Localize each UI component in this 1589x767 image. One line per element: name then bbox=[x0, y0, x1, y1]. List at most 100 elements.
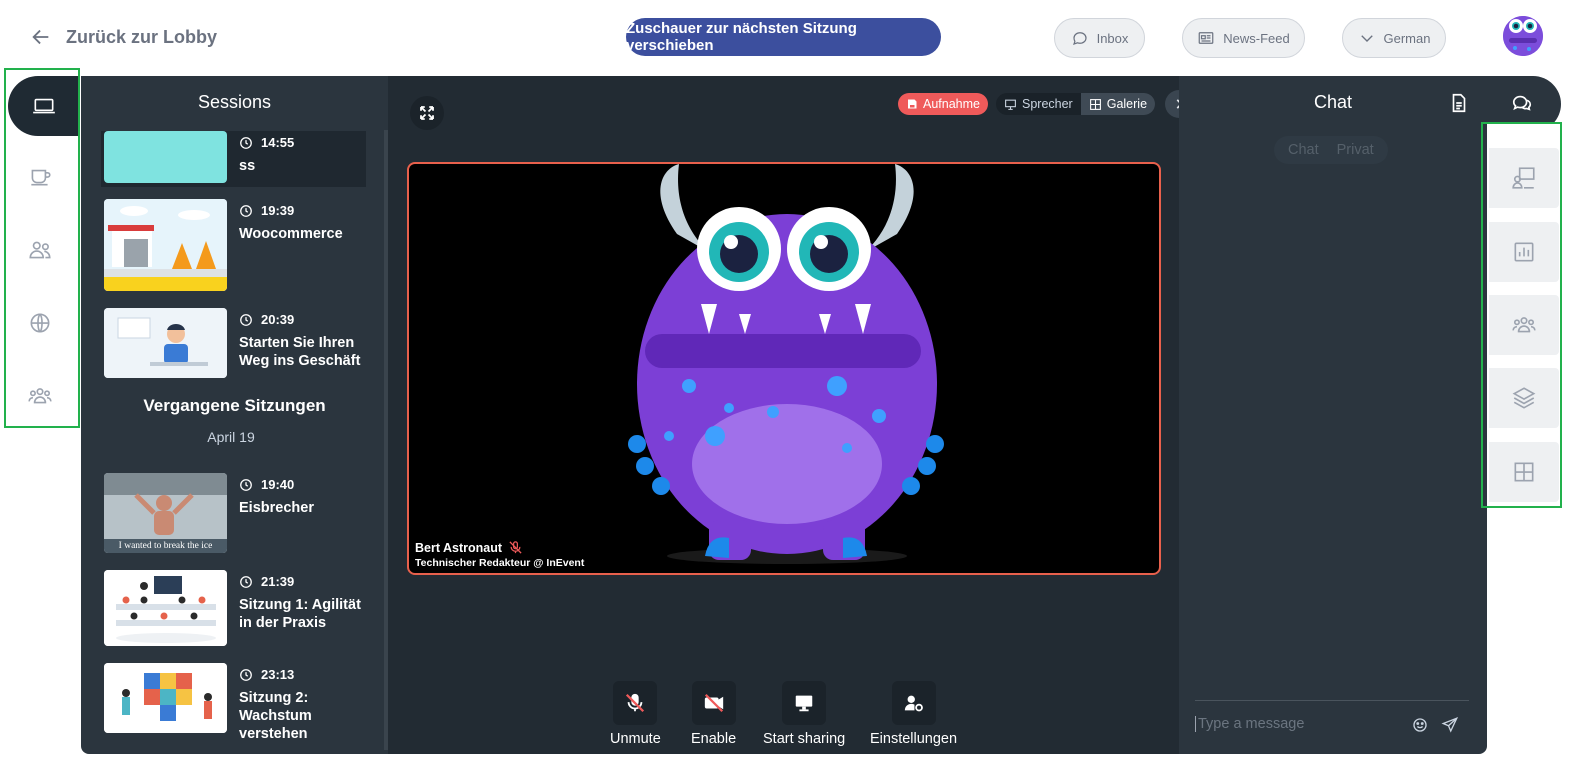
tool-layout[interactable] bbox=[1489, 442, 1559, 502]
unmute-button[interactable]: Unmute bbox=[610, 681, 661, 747]
bar-chart-icon bbox=[1514, 242, 1534, 262]
presenter-board-icon bbox=[1512, 167, 1535, 189]
clock-icon bbox=[240, 668, 252, 681]
tab-chat[interactable]: Chat bbox=[1282, 138, 1325, 162]
session-thumbnail bbox=[104, 663, 227, 733]
newsfeed-button[interactable]: News-Feed bbox=[1182, 18, 1305, 58]
grid-layout-icon bbox=[1514, 462, 1534, 482]
speaker-view-button[interactable]: Sprecher bbox=[996, 93, 1081, 115]
inbox-button[interactable]: Inbox bbox=[1054, 18, 1145, 58]
emoji-button[interactable] bbox=[1411, 716, 1429, 739]
right-tools-rail bbox=[1487, 122, 1562, 506]
video-stage: Aufnahme Sprecher Galerie Bert Astronaut… bbox=[388, 76, 1193, 754]
chat-title: Chat bbox=[1313, 92, 1353, 112]
chat-toggle-button[interactable] bbox=[1511, 92, 1533, 119]
share-label: Start sharing bbox=[763, 731, 846, 747]
tool-polls[interactable] bbox=[1489, 222, 1559, 282]
fullscreen-button[interactable] bbox=[410, 96, 444, 130]
coffee-cup-icon bbox=[31, 169, 51, 186]
send-button[interactable] bbox=[1441, 716, 1459, 739]
tool-participants[interactable] bbox=[1489, 295, 1559, 355]
newsfeed-label: News-Feed bbox=[1223, 30, 1290, 46]
user-gear-icon bbox=[904, 695, 923, 712]
emoji-icon bbox=[1413, 718, 1427, 732]
session-thumbnail bbox=[104, 131, 227, 183]
users-icon bbox=[29, 241, 51, 259]
expand-icon bbox=[420, 106, 434, 120]
view-mode-toggle: Sprecher Galerie bbox=[996, 93, 1156, 115]
camera-off-icon bbox=[704, 693, 723, 713]
newspaper-icon bbox=[1198, 32, 1214, 44]
language-label: German bbox=[1383, 30, 1431, 46]
clock-icon bbox=[240, 478, 252, 491]
session-item[interactable]: 19:39 Woocommerce bbox=[101, 199, 366, 294]
recording-badge[interactable]: Aufnahme bbox=[898, 93, 988, 115]
session-item[interactable]: 20:39 Starten Sie Ihren Weg ins Geschäft bbox=[101, 308, 366, 380]
monster-avatar-icon bbox=[1503, 16, 1543, 56]
speaker-name: Bert Astronaut bbox=[415, 540, 523, 555]
globe-icon bbox=[30, 313, 50, 333]
nav-globe[interactable] bbox=[0, 293, 80, 353]
language-select[interactable]: German bbox=[1342, 18, 1446, 58]
nav-attendees[interactable] bbox=[0, 220, 80, 280]
past-sessions-date: April 19 bbox=[207, 429, 255, 445]
move-viewers-button[interactable]: Zuschauer zur nächsten Sitzung verschieb… bbox=[626, 18, 941, 56]
session-name: ss bbox=[239, 158, 256, 174]
thumbnail-caption: I wanted to break the ice bbox=[118, 541, 213, 551]
laptop-icon bbox=[33, 98, 55, 114]
speaker-role: Technischer Redakteur @ InEvent bbox=[415, 557, 585, 569]
session-item[interactable]: I wanted to break the ice 19:40 Eisbrech… bbox=[101, 473, 366, 555]
notes-button[interactable] bbox=[1448, 92, 1470, 119]
session-item[interactable]: 14:55 ss bbox=[101, 131, 366, 187]
arrow-left-icon bbox=[32, 29, 49, 45]
back-label: Zurück zur Lobby bbox=[66, 26, 218, 47]
session-item[interactable]: 23:13 Sitzung 2: Wachstum verstehen bbox=[101, 663, 366, 753]
tool-presenter[interactable] bbox=[1489, 148, 1559, 208]
session-name: Woocommerce bbox=[239, 226, 343, 242]
muted-mic-icon bbox=[509, 541, 522, 554]
chat-divider bbox=[1195, 700, 1469, 701]
settings-button[interactable]: Einstellungen bbox=[870, 681, 957, 747]
session-time: 19:39 bbox=[239, 203, 294, 218]
session-name: Sitzung 1: Agilität in der Praxis bbox=[239, 597, 361, 631]
session-thumbnail: I wanted to break the ice bbox=[104, 473, 227, 553]
session-time: 19:40 bbox=[239, 477, 294, 492]
session-time: 23:13 bbox=[239, 667, 294, 682]
tab-private[interactable]: Privat bbox=[1331, 138, 1380, 162]
chat-bubble-icon bbox=[1072, 32, 1087, 45]
chat-message-input[interactable] bbox=[1195, 716, 1415, 732]
session-name: Starten Sie Ihren Weg ins Geschäft bbox=[239, 335, 361, 369]
puzzle-illustration-icon bbox=[104, 663, 227, 733]
session-thumbnail bbox=[104, 308, 227, 378]
chat-tabs: Chat Privat bbox=[1274, 136, 1388, 164]
session-time: 20:39 bbox=[239, 312, 294, 327]
enable-video-button[interactable]: Enable bbox=[691, 681, 736, 747]
session-thumbnail bbox=[104, 199, 227, 291]
session-item[interactable]: 21:39 Sitzung 1: Agilität in der Praxis bbox=[101, 570, 366, 647]
session-name: Sitzung 2: Wachstum verstehen bbox=[239, 690, 312, 742]
nav-lounge[interactable] bbox=[0, 146, 80, 206]
clock-icon bbox=[240, 575, 252, 588]
gallery-view-button[interactable]: Galerie bbox=[1080, 93, 1156, 115]
sessions-title: Sessions bbox=[197, 92, 272, 112]
group-icon bbox=[28, 388, 52, 404]
chevron-down-icon bbox=[1360, 35, 1373, 42]
past-sessions-heading: Vergangene Sitzungen bbox=[143, 396, 326, 415]
save-record-icon bbox=[908, 99, 917, 109]
session-time: 14:55 bbox=[239, 135, 294, 150]
tool-layers[interactable] bbox=[1489, 368, 1559, 428]
session-name: Eisbrecher bbox=[239, 500, 314, 516]
clock-icon bbox=[240, 204, 252, 217]
chat-bubbles-icon bbox=[1512, 95, 1532, 111]
session-time: 21:39 bbox=[239, 574, 294, 589]
nav-groups[interactable] bbox=[0, 366, 80, 426]
video-tile[interactable]: Bert Astronaut Technischer Redakteur @ I… bbox=[407, 162, 1161, 575]
back-to-lobby-link[interactable]: Zurück zur Lobby bbox=[30, 26, 217, 48]
start-sharing-button[interactable]: Start sharing bbox=[763, 681, 845, 747]
record-label: Aufnahme bbox=[923, 97, 980, 111]
clock-icon bbox=[240, 136, 252, 149]
nav-sessions[interactable] bbox=[8, 76, 80, 136]
user-avatar[interactable] bbox=[1503, 16, 1543, 56]
store-illustration-icon bbox=[104, 199, 227, 291]
inbox-label: Inbox bbox=[1096, 30, 1129, 46]
